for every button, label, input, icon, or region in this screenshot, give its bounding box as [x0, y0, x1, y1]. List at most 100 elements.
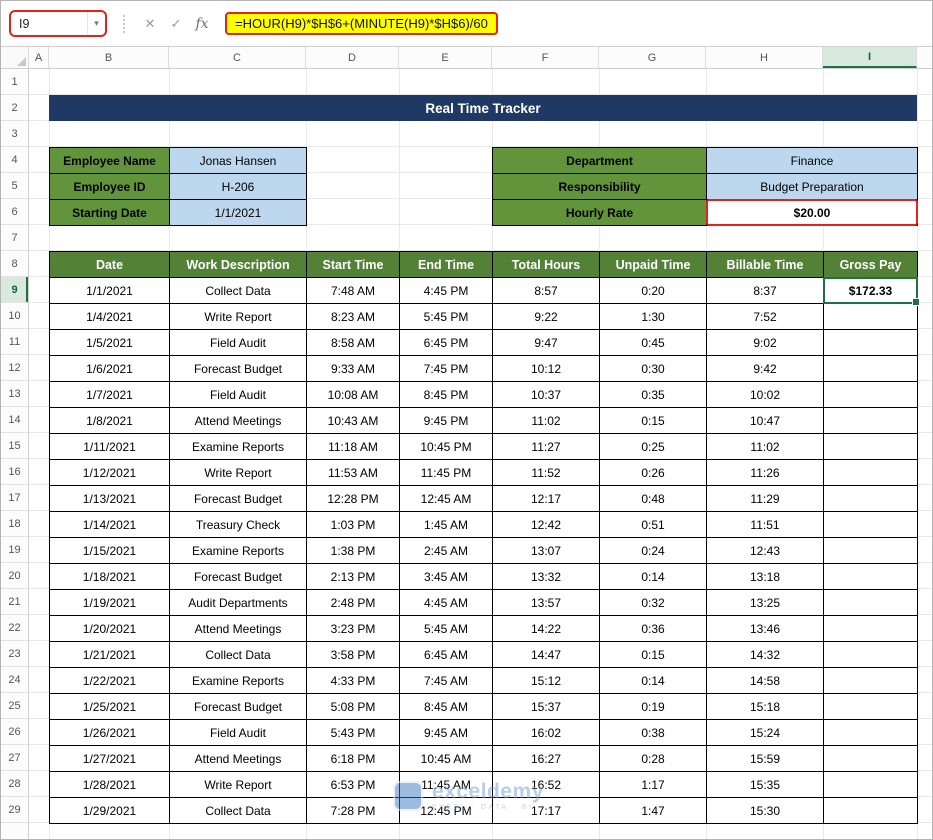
- table-cell[interactable]: 12:42: [492, 511, 600, 538]
- table-cell[interactable]: 1/4/2021: [49, 303, 170, 330]
- table-cell[interactable]: 8:57: [492, 277, 600, 304]
- table-cell[interactable]: 11:45 PM: [399, 459, 493, 486]
- employee-id-label[interactable]: Employee ID: [49, 173, 170, 200]
- table-cell[interactable]: 15:59: [706, 745, 824, 772]
- row-header-14[interactable]: 14: [1, 407, 28, 433]
- table-cell[interactable]: 13:32: [492, 563, 600, 590]
- row-header-18[interactable]: 18: [1, 511, 28, 537]
- table-cell[interactable]: 0:30: [599, 355, 707, 382]
- table-cell[interactable]: Field Audit: [169, 719, 307, 746]
- responsibility-value[interactable]: Budget Preparation: [706, 173, 918, 200]
- table-cell[interactable]: 13:25: [706, 589, 824, 616]
- col-header-I[interactable]: I: [823, 47, 917, 68]
- table-cell[interactable]: Collect Data: [169, 797, 307, 824]
- table-cell[interactable]: 16:02: [492, 719, 600, 746]
- table-cell[interactable]: [823, 381, 918, 408]
- row-header-8[interactable]: 8: [1, 251, 28, 277]
- enter-icon[interactable]: ✓: [163, 16, 189, 32]
- table-cell[interactable]: 15:12: [492, 667, 600, 694]
- table-cell[interactable]: 14:22: [492, 615, 600, 642]
- table-cell[interactable]: 12:43: [706, 537, 824, 564]
- table-cell[interactable]: 0:14: [599, 667, 707, 694]
- table-cell[interactable]: Attend Meetings: [169, 745, 307, 772]
- table-cell[interactable]: 8:45 PM: [399, 381, 493, 408]
- table-cell[interactable]: 8:45 AM: [399, 693, 493, 720]
- table-cell[interactable]: 13:18: [706, 563, 824, 590]
- cancel-icon[interactable]: ✕: [137, 16, 163, 32]
- table-cell[interactable]: 10:12: [492, 355, 600, 382]
- table-cell[interactable]: Forecast Budget: [169, 693, 307, 720]
- table-cell[interactable]: 12:45 PM: [399, 797, 493, 824]
- formula-input[interactable]: =HOUR(H9)*$H$6+(MINUTE(H9)*$H$6)/60: [225, 1, 932, 46]
- insert-function-icon[interactable]: fx: [189, 16, 215, 32]
- responsibility-label[interactable]: Responsibility: [492, 173, 707, 200]
- col-header-D[interactable]: D: [306, 47, 399, 68]
- table-cell[interactable]: Field Audit: [169, 329, 307, 356]
- row-header-2[interactable]: 2: [1, 95, 28, 121]
- starting-date-label[interactable]: Starting Date: [49, 199, 170, 226]
- table-cell[interactable]: 1/25/2021: [49, 693, 170, 720]
- table-cell[interactable]: [823, 693, 918, 720]
- table-cell[interactable]: 1/15/2021: [49, 537, 170, 564]
- table-cell[interactable]: [823, 485, 918, 512]
- name-box[interactable]: I9 ▾: [9, 10, 107, 37]
- table-cell[interactable]: Forecast Budget: [169, 563, 307, 590]
- table-cell[interactable]: 1:47: [599, 797, 707, 824]
- table-cell[interactable]: 0:45: [599, 329, 707, 356]
- table-cell[interactable]: 13:57: [492, 589, 600, 616]
- table-cell[interactable]: 0:28: [599, 745, 707, 772]
- table-cell[interactable]: 7:45 PM: [399, 355, 493, 382]
- table-cell[interactable]: 6:45 PM: [399, 329, 493, 356]
- col-header-G[interactable]: G: [599, 47, 706, 68]
- table-cell[interactable]: 0:35: [599, 381, 707, 408]
- table-cell[interactable]: 13:46: [706, 615, 824, 642]
- table-cell[interactable]: Examine Reports: [169, 537, 307, 564]
- table-cell[interactable]: 3:23 PM: [306, 615, 400, 642]
- table-cell[interactable]: 10:08 AM: [306, 381, 400, 408]
- row-header-29[interactable]: 29: [1, 797, 28, 823]
- table-cell[interactable]: 1/14/2021: [49, 511, 170, 538]
- table-cell[interactable]: 1/8/2021: [49, 407, 170, 434]
- row-header-26[interactable]: 26: [1, 719, 28, 745]
- col-header-F[interactable]: F: [492, 47, 599, 68]
- col-header-work-description[interactable]: Work Description: [169, 251, 307, 278]
- table-cell[interactable]: 12:45 AM: [399, 485, 493, 512]
- table-cell[interactable]: [823, 745, 918, 772]
- table-cell[interactable]: 16:27: [492, 745, 600, 772]
- table-cell[interactable]: 2:13 PM: [306, 563, 400, 590]
- table-cell[interactable]: Attend Meetings: [169, 615, 307, 642]
- table-cell[interactable]: Audit Departments: [169, 589, 307, 616]
- table-cell[interactable]: [823, 459, 918, 486]
- table-cell[interactable]: 0:15: [599, 641, 707, 668]
- table-cell[interactable]: 11:51: [706, 511, 824, 538]
- table-cell[interactable]: 1:38 PM: [306, 537, 400, 564]
- row-header-16[interactable]: 16: [1, 459, 28, 485]
- row-header-4[interactable]: 4: [1, 147, 28, 173]
- table-cell[interactable]: 14:32: [706, 641, 824, 668]
- col-header-total-hours[interactable]: Total Hours: [492, 251, 600, 278]
- row-header-27[interactable]: 27: [1, 745, 28, 771]
- row-header-17[interactable]: 17: [1, 485, 28, 511]
- table-cell[interactable]: 1/12/2021: [49, 459, 170, 486]
- row-header-10[interactable]: 10: [1, 303, 28, 329]
- table-cell[interactable]: 7:45 AM: [399, 667, 493, 694]
- table-cell[interactable]: 3:58 PM: [306, 641, 400, 668]
- table-cell[interactable]: 0:19: [599, 693, 707, 720]
- table-cell[interactable]: 1/22/2021: [49, 667, 170, 694]
- table-cell[interactable]: 11:27: [492, 433, 600, 460]
- starting-date-value[interactable]: 1/1/2021: [169, 199, 307, 226]
- table-cell[interactable]: [823, 797, 918, 824]
- table-cell[interactable]: Write Report: [169, 303, 307, 330]
- row-header-13[interactable]: 13: [1, 381, 28, 407]
- row-header-7[interactable]: 7: [1, 225, 28, 251]
- table-cell[interactable]: [823, 589, 918, 616]
- table-cell[interactable]: [823, 641, 918, 668]
- table-cell[interactable]: 1/21/2021: [49, 641, 170, 668]
- select-all-corner[interactable]: [1, 47, 29, 68]
- row-header-1[interactable]: 1: [1, 69, 28, 95]
- row-header-25[interactable]: 25: [1, 693, 28, 719]
- table-cell[interactable]: Forecast Budget: [169, 485, 307, 512]
- row-header-23[interactable]: 23: [1, 641, 28, 667]
- col-header-gross-pay[interactable]: Gross Pay: [823, 251, 918, 278]
- table-cell[interactable]: [823, 433, 918, 460]
